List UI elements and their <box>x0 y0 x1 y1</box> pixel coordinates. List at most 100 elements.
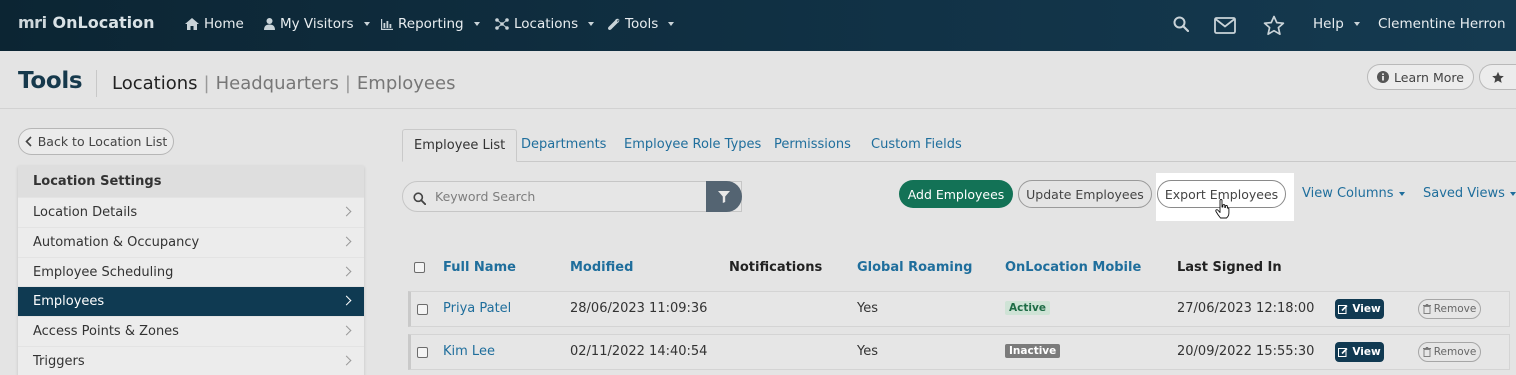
view-label: View <box>1352 346 1381 358</box>
remove-employee-button[interactable]: Remove <box>1418 342 1481 362</box>
saved-views-dropdown[interactable]: Saved Views <box>1423 186 1516 201</box>
search-icon <box>413 190 427 209</box>
employee-name-link[interactable]: Kim Lee <box>443 344 495 359</box>
employee-tabs: Employee List Departments Employee Role … <box>402 129 1516 162</box>
update-employees-button[interactable]: Update Employees <box>1018 180 1152 208</box>
sidebar-item-triggers[interactable]: Triggers <box>18 345 364 375</box>
network-icon <box>495 18 509 30</box>
nav-tools[interactable]: Tools <box>608 16 675 32</box>
sidebar-item-label: Employees <box>33 294 105 310</box>
view-employee-button[interactable]: View <box>1335 299 1384 319</box>
nav-reporting[interactable]: Reporting <box>381 16 480 32</box>
sidebar-item-access-points-zones[interactable]: Access Points & Zones <box>18 316 364 346</box>
last-signed-in-cell: 20/09/2022 15:55:30 <box>1177 344 1315 359</box>
keyword-search-input[interactable] <box>435 182 705 211</box>
global-roaming-cell: Yes <box>857 344 878 359</box>
nav-reporting-label: Reporting <box>398 16 464 32</box>
chevron-right-icon <box>341 295 352 306</box>
trash-icon <box>1422 304 1431 314</box>
sidebar-item-label: Automation & Occupancy <box>33 234 200 250</box>
edit-icon <box>1338 304 1348 314</box>
column-header-full-name[interactable]: Full Name <box>443 260 516 275</box>
location-settings-heading: Location Settings <box>18 166 364 197</box>
user-icon <box>264 18 275 30</box>
messages-button[interactable] <box>1214 17 1236 38</box>
tab-permissions[interactable]: Permissions <box>774 129 851 162</box>
column-header-onlocation-mobile[interactable]: OnLocation Mobile <box>1005 260 1141 275</box>
nav-locations-label: Locations <box>514 16 579 32</box>
remove-employee-button[interactable]: Remove <box>1418 299 1481 319</box>
tab-custom-fields[interactable]: Custom Fields <box>871 129 962 162</box>
nav-my-visitors[interactable]: My Visitors <box>264 16 370 32</box>
location-settings-panel: Location Settings Location Details Autom… <box>18 166 364 375</box>
sidebar-item-automation-occupancy[interactable]: Automation & Occupancy <box>18 226 364 257</box>
star-icon <box>1492 71 1504 83</box>
tab-employee-role-types[interactable]: Employee Role Types <box>624 129 761 162</box>
learn-more-button[interactable]: Learn More <box>1367 64 1474 90</box>
top-navbar: mri OnLocation Home My Visitors Reportin… <box>0 0 1516 51</box>
info-icon <box>1377 71 1390 83</box>
envelope-icon <box>1214 17 1236 34</box>
add-employees-button[interactable]: Add Employees <box>899 180 1013 208</box>
back-label: Back to Location List <box>37 134 168 149</box>
employee-name-link[interactable]: Priya Patel <box>443 301 511 316</box>
column-header-modified[interactable]: Modified <box>570 260 633 275</box>
saved-views-label: Saved Views <box>1423 186 1505 201</box>
chevron-right-icon <box>341 206 352 217</box>
favorite-page-button[interactable] <box>1479 64 1516 90</box>
header-divider <box>96 70 97 97</box>
search-button[interactable] <box>1173 16 1190 36</box>
select-all-checkbox[interactable] <box>414 262 425 273</box>
tab-departments[interactable]: Departments <box>521 129 606 162</box>
view-columns-label: View Columns <box>1302 186 1394 201</box>
tab-employee-list[interactable]: Employee List <box>402 129 518 162</box>
status-badge: Active <box>1005 301 1050 315</box>
global-roaming-cell: Yes <box>857 301 878 316</box>
sidebar-item-location-details[interactable]: Location Details <box>18 197 364 227</box>
trash-icon <box>1422 347 1431 357</box>
row-checkbox[interactable] <box>417 347 428 358</box>
filter-button[interactable] <box>706 181 742 212</box>
page-header: Tools Locations | Headquarters | Employees L… <box>0 51 1516 109</box>
chevron-down-icon <box>588 22 595 26</box>
sidebar-item-label: Triggers <box>33 353 85 369</box>
nav-help[interactable]: Help <box>1313 16 1360 32</box>
breadcrumb-separator: | <box>344 73 351 94</box>
row-checkbox[interactable] <box>417 304 428 315</box>
chevron-down-icon <box>1398 191 1405 196</box>
sidebar-item-employees[interactable]: Employees <box>18 286 364 317</box>
favorites-button[interactable] <box>1263 15 1285 40</box>
breadcrumb-location: Headquarters <box>215 73 339 94</box>
chevron-right-icon <box>341 325 352 336</box>
nav-locations[interactable]: Locations <box>495 16 595 32</box>
brand-name: OnLocation <box>52 13 155 32</box>
sidebar-item-label: Employee Scheduling <box>33 264 174 280</box>
chevron-down-icon <box>1353 22 1360 26</box>
nav-home[interactable]: Home <box>185 16 244 32</box>
edit-icon <box>1338 347 1348 357</box>
chevron-right-icon <box>341 266 352 277</box>
chevron-right-icon <box>341 236 352 247</box>
view-label: View <box>1352 303 1381 315</box>
status-badge: Inactive <box>1005 344 1061 358</box>
view-employee-button[interactable]: View <box>1335 342 1384 362</box>
column-header-global-roaming[interactable]: Global Roaming <box>857 260 972 275</box>
view-columns-dropdown[interactable]: View Columns <box>1302 186 1405 201</box>
sidebar-item-label: Location Details <box>33 205 138 220</box>
brand-logo[interactable]: mri OnLocation <box>18 13 155 32</box>
bar-chart-icon <box>381 18 393 30</box>
chevron-down-icon <box>1509 191 1516 196</box>
wrench-icon <box>608 18 620 30</box>
keyword-search <box>402 181 742 212</box>
modified-cell: 02/11/2022 14:40:54 <box>570 344 708 359</box>
nav-home-label: Home <box>204 16 244 32</box>
chevron-right-icon <box>341 355 352 366</box>
column-header-last-signed-in: Last Signed In <box>1177 260 1282 275</box>
breadcrumb-current: Locations <box>112 73 198 94</box>
nav-my-visitors-label: My Visitors <box>280 16 354 32</box>
sidebar-item-employee-scheduling[interactable]: Employee Scheduling <box>18 256 364 287</box>
breadcrumb-separator: | <box>203 73 210 94</box>
user-menu[interactable]: Clementine Herron <box>1378 16 1516 32</box>
chevron-down-icon <box>668 22 675 26</box>
back-to-location-list-button[interactable]: Back to Location List <box>18 128 174 155</box>
